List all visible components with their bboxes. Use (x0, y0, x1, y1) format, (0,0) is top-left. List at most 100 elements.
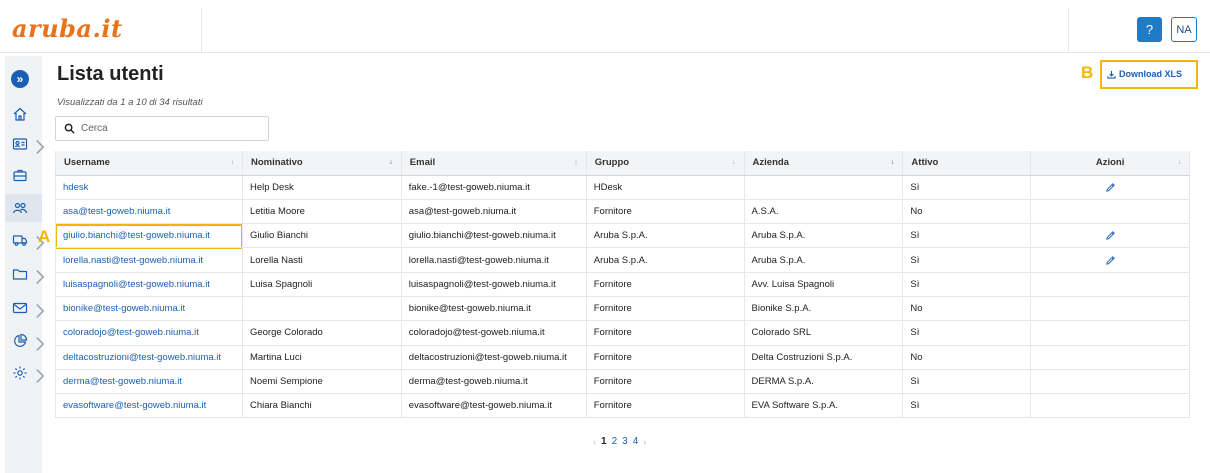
cell-azienda: Colorado SRL (744, 320, 904, 346)
pagination: ‹ 1 2 3 4 › (593, 436, 646, 447)
search-box[interactable] (55, 116, 269, 141)
cell-username[interactable]: giulio.bianchi@test-goweb.niuma.it (55, 223, 243, 249)
cell-azioni (1030, 369, 1190, 395)
cell-gruppo: Fornitore (586, 369, 745, 395)
cell-azienda: Bionike S.p.A. (744, 296, 904, 322)
users-icon (12, 202, 28, 214)
results-count: Visualizzati da 1 a 10 di 34 risultati (57, 97, 203, 108)
pagination-prev[interactable]: ‹ (593, 437, 596, 447)
cell-attivo: Sì (902, 272, 1032, 297)
chevron-right-icon (36, 369, 45, 383)
sidebar-item-mail[interactable] (5, 294, 45, 322)
column-header-username[interactable]: Username ↓ (55, 151, 243, 176)
sidebar: » (5, 56, 45, 473)
sidebar-item-briefcase[interactable] (5, 161, 42, 189)
cell-attivo: Sì (902, 175, 1032, 200)
page-link-4[interactable]: 4 (633, 436, 639, 447)
cell-azienda (744, 175, 904, 200)
edit-pencil-icon[interactable] (1105, 255, 1116, 266)
cell-username[interactable]: coloradojo@test-goweb.niuma.it (55, 320, 243, 346)
cell-nominativo: Lorella Nasti (242, 247, 402, 273)
home-icon (13, 107, 27, 121)
sidebar-item-users[interactable] (5, 194, 42, 222)
table-row: asa@test-goweb.niuma.it Letitia Moore asa@… (55, 199, 1190, 225)
page-link-1[interactable]: 1 (601, 436, 607, 447)
cell-gruppo: Aruba S.p.A. (586, 223, 745, 249)
cell-attivo: No (902, 199, 1032, 225)
cell-nominativo: Luisa Spagnoli (242, 272, 402, 297)
cell-azioni (1030, 272, 1190, 297)
page-link-2[interactable]: 2 (612, 436, 618, 447)
aruba-logo[interactable]: aruba.it (12, 14, 123, 43)
sidebar-item-settings[interactable] (5, 359, 45, 387)
table-row: deltacostruzioni@test-goweb.niuma.it Mart… (55, 345, 1190, 370)
contacts-card-icon (12, 138, 28, 150)
table-row: derma@test-goweb.niuma.it Noemi Sempione d… (55, 369, 1190, 395)
sort-icon: ↓ (1177, 159, 1182, 166)
cell-username[interactable]: asa@test-goweb.niuma.it (55, 199, 243, 225)
edit-pencil-icon[interactable] (1105, 230, 1116, 241)
table-row: bionike@test-goweb.niuma.it bionike@test-… (55, 296, 1190, 322)
help-button[interactable]: ? (1137, 17, 1162, 42)
cell-email: coloradojo@test-goweb.niuma.it (401, 320, 587, 346)
pagination-next[interactable]: › (643, 437, 646, 447)
top-bar: aruba.it ? NA (0, 0, 1210, 53)
cell-attivo: No (902, 345, 1032, 370)
chevron-right-icon (36, 140, 45, 154)
edit-pencil-icon[interactable] (1105, 182, 1116, 193)
cell-attivo: Sì (902, 247, 1032, 273)
sidebar-item-contacts[interactable] (5, 130, 45, 158)
user-avatar-button[interactable]: NA (1171, 17, 1197, 42)
cell-username[interactable]: evasoftware@test-goweb.niuma.it (55, 393, 243, 419)
cell-azienda: Aruba S.p.A. (744, 223, 904, 249)
cell-email: lorella.nasti@test-goweb.niuma.it (401, 247, 587, 273)
search-input[interactable] (81, 123, 261, 134)
cell-azioni (1030, 175, 1190, 200)
cell-username[interactable]: bionike@test-goweb.niuma.it (55, 296, 243, 322)
cell-attivo: Sì (902, 223, 1032, 249)
cell-username[interactable]: derma@test-goweb.niuma.it (55, 369, 243, 395)
cell-gruppo: Fornitore (586, 393, 745, 419)
annotation-label-b: B (1081, 63, 1094, 82)
table-row: hdesk Help Desk fake.-1@test-goweb.niuma.i… (55, 175, 1190, 200)
cell-username[interactable]: lorella.nasti@test-goweb.niuma.it (55, 247, 243, 273)
folder-icon (12, 269, 28, 280)
cell-username[interactable]: luisaspagnoli@test-goweb.niuma.it (55, 272, 243, 297)
column-header-attivo[interactable]: Attivo (902, 151, 1032, 176)
table-row: giulio.bianchi@test-goweb.niuma.it Giulio… (55, 223, 1190, 249)
briefcase-icon (13, 169, 27, 182)
cell-email: evasoftware@test-goweb.niuma.it (401, 393, 587, 419)
cell-nominativo: George Colorado (242, 320, 402, 346)
cell-email: deltacostruzioni@test-goweb.niuma.it (401, 345, 587, 370)
cell-attivo: No (902, 296, 1032, 322)
column-header-email[interactable]: Email ↓ (401, 151, 587, 176)
column-header-gruppo[interactable]: Gruppo ↓ (586, 151, 745, 176)
cell-username[interactable]: deltacostruzioni@test-goweb.niuma.it (55, 345, 243, 370)
cell-azioni (1030, 393, 1190, 419)
table-row: evasoftware@test-goweb.niuma.it Chiara Bi… (55, 393, 1190, 419)
cell-azienda: Aruba S.p.A. (744, 247, 904, 273)
table-header-row: Username ↓ Nominativo ↓ Email ↓ Gruppo ↓ Azi… (55, 151, 1190, 176)
cell-azienda: Delta Costruzioni S.p.A. (744, 345, 904, 370)
column-header-nominativo[interactable]: Nominativo ↓ (242, 151, 402, 176)
chevron-right-icon (36, 304, 45, 318)
sidebar-expand-button[interactable]: » (11, 70, 29, 88)
cell-username[interactable]: hdesk (55, 175, 243, 200)
sidebar-item-home[interactable] (5, 100, 42, 128)
mail-icon (12, 302, 28, 314)
cell-azioni (1030, 199, 1190, 225)
cell-email: luisaspagnoli@test-goweb.niuma.it (401, 272, 587, 297)
column-header-azioni: Azioni ↓ (1030, 151, 1190, 176)
sidebar-item-reports[interactable] (5, 327, 45, 355)
cell-gruppo: Fornitore (586, 345, 745, 370)
column-header-azienda[interactable]: Azienda ↓ (744, 151, 904, 176)
cell-email: asa@test-goweb.niuma.it (401, 199, 587, 225)
annotation-box-b (1100, 60, 1198, 89)
chevron-right-icon (36, 270, 45, 284)
page-link-3[interactable]: 3 (622, 436, 628, 447)
sidebar-item-truck[interactable] (5, 226, 45, 254)
cell-email: giulio.bianchi@test-goweb.niuma.it (401, 223, 587, 249)
cell-azioni (1030, 345, 1190, 370)
sidebar-item-folder[interactable] (5, 260, 45, 288)
cell-email: derma@test-goweb.niuma.it (401, 369, 587, 395)
